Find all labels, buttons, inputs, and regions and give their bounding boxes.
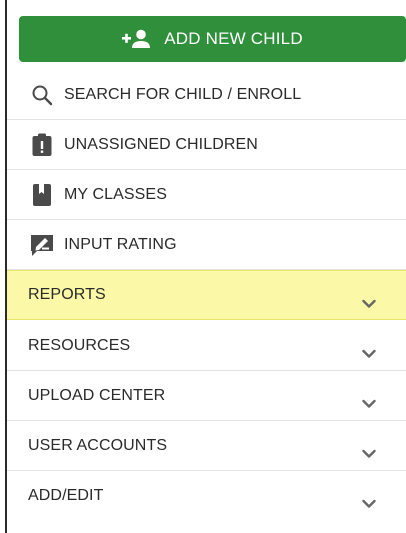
chevron-down-icon [362,349,376,358]
menu-item-upload-center[interactable]: UPLOAD CENTER [7,371,406,421]
search-icon [29,82,55,108]
menu-item-search[interactable]: SEARCH FOR CHILD / ENROLL [7,70,406,120]
menu-item-label: INPUT RATING [64,235,177,253]
menu-item-label: REPORTS [28,286,106,303]
menu-item-label: MY CLASSES [64,185,167,203]
menu-item-unassigned-children[interactable]: UNASSIGNED CHILDREN [7,120,406,170]
menu-item-reports[interactable]: REPORTS [7,270,406,320]
person-add-icon [122,29,152,49]
menu-item-my-classes[interactable]: MY CLASSES [7,170,406,220]
chevron-down-icon [362,299,376,308]
add-new-child-label: ADD NEW CHILD [164,29,303,48]
edit-rating-icon [29,232,55,258]
chevron-down-icon [362,449,376,458]
menu-item-resources[interactable]: RESOURCES [7,321,406,371]
menu-item-user-accounts[interactable]: USER ACCOUNTS [7,421,406,471]
menu-item-label: RESOURCES [28,336,131,354]
menu-item-label: SEARCH FOR CHILD / ENROLL [64,85,302,103]
navigation-panel: ADD NEW CHILD SEARCH FOR CHILD / ENROLL [0,0,406,533]
menu-item-label: ADD/EDIT [28,487,104,504]
chevron-down-icon [362,499,376,508]
menu-item-input-rating[interactable]: INPUT RATING [7,220,406,270]
add-new-child-button[interactable]: ADD NEW CHILD [19,16,406,62]
side-menu: ADD NEW CHILD SEARCH FOR CHILD / ENROLL [7,0,406,533]
menu-item-label: UPLOAD CENTER [28,386,166,404]
menu-item-label: UNASSIGNED CHILDREN [64,135,258,153]
menu-item-label: USER ACCOUNTS [28,436,168,454]
book-icon [29,182,55,208]
chevron-down-icon [362,399,376,408]
menu-item-add-edit[interactable]: ADD/EDIT [7,471,406,521]
clipboard-alert-icon [29,132,55,158]
